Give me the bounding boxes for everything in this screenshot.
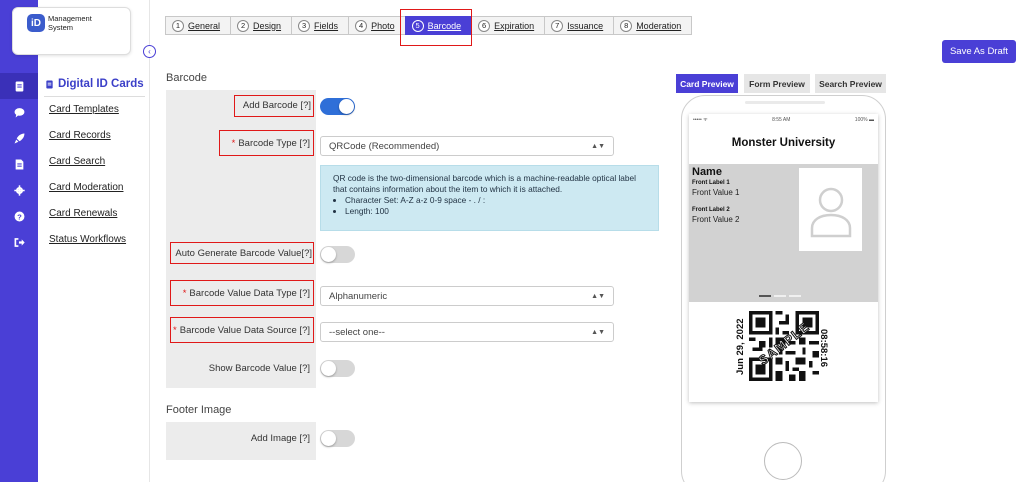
info-bullet: Character Set: A-Z a-z 0-9 space - . / : — [345, 195, 646, 206]
wizard-stepper: 1 General 2 Design 3 Fields 4 Photo 5 Barcode… — [165, 16, 693, 35]
save-as-draft-button[interactable]: Save As Draft — [942, 40, 1016, 63]
rocket-icon[interactable] — [0, 125, 38, 151]
footer-image-section-title: Footer Image — [166, 404, 232, 416]
card-time: 08:58:16 — [818, 329, 829, 368]
subnav-divider — [44, 96, 145, 97]
info-bullet: Length: 100 — [345, 206, 646, 217]
chat-icon[interactable] — [0, 99, 38, 125]
barcode-info-box: QR code is the two-dimensional barcode w… — [320, 165, 659, 231]
auto-generate-label: Auto Generate Barcode Value[?] — [175, 248, 312, 259]
id-card-icon[interactable] — [0, 73, 38, 99]
tab-search-preview[interactable]: Search Preview — [815, 74, 886, 93]
tab-card-preview[interactable]: Card Preview — [676, 74, 738, 93]
subnav-item-status-workflows[interactable]: Status Workflows — [49, 234, 126, 245]
help-icon[interactable]: ? — [0, 203, 38, 229]
info-text: QR code is the two-dimensional barcode w… — [333, 173, 636, 194]
phone-speaker — [745, 101, 825, 104]
chevron-left-icon: ‹ — [148, 46, 151, 56]
step-expiration[interactable]: 6 Expiration — [471, 16, 546, 35]
toggle-knob — [321, 431, 336, 446]
user-silhouette-icon — [810, 187, 851, 237]
carousel-dot[interactable] — [789, 295, 801, 297]
add-image-toggle[interactable] — [320, 430, 355, 447]
data-type-select[interactable]: Alphanumeric ▲▼ — [320, 286, 614, 306]
barcode-type-select[interactable]: QRCode (Recommended) ▲▼ — [320, 136, 614, 156]
subnav-item-card-moderation[interactable]: Card Moderation — [49, 182, 123, 193]
toggle-knob — [321, 247, 336, 262]
card-date: Jun 29, 2022 — [735, 318, 746, 375]
footer-image-fields-area — [316, 422, 663, 460]
subnav-item-card-templates[interactable]: Card Templates — [49, 104, 119, 115]
show-value-label: Show Barcode Value [?] — [208, 363, 310, 374]
auto-generate-toggle[interactable] — [320, 246, 355, 263]
data-source-select[interactable]: --select one-- ▲▼ — [320, 322, 614, 342]
id-card-icon — [46, 79, 53, 89]
sidebar-divider — [149, 0, 150, 482]
step-fields[interactable]: 3 Fields — [291, 16, 350, 35]
toggle-knob — [321, 361, 336, 376]
barcode-fields-area — [316, 90, 663, 388]
card-university-name: Monster University — [731, 137, 836, 149]
add-barcode-toggle[interactable] — [320, 98, 355, 115]
step-moderation[interactable]: 8 Moderation — [613, 16, 693, 35]
carousel-dot[interactable] — [774, 295, 786, 297]
card-name: Name — [692, 166, 722, 178]
barcode-section-title: Barcode — [166, 72, 207, 84]
data-source-label: * Barcode Value Data Source [?] — [173, 325, 310, 336]
select-arrows-icon: ▲▼ — [591, 328, 605, 336]
step-issuance[interactable]: 7 Issuance — [544, 16, 615, 35]
barcode-type-label: * Barcode Type [?] — [231, 138, 310, 149]
step-design[interactable]: 2 Design — [230, 16, 293, 35]
step-general[interactable]: 1 General — [165, 16, 232, 35]
sign-out-icon[interactable] — [0, 229, 38, 255]
logo-mark: iD — [27, 14, 45, 32]
subnav-title: Digital ID Cards — [45, 78, 144, 90]
document-icon[interactable] — [0, 151, 38, 177]
carousel-dot[interactable] — [759, 295, 771, 297]
card-front-label-1: Front Label 1 — [692, 180, 730, 186]
card-photo — [799, 168, 862, 251]
add-image-label: Add Image [?] — [250, 433, 310, 444]
logo-text: Management System — [48, 14, 92, 32]
card-front-value-1: Front Value 1 — [692, 188, 740, 197]
toggle-knob — [339, 99, 354, 114]
gear-icon[interactable] — [0, 177, 38, 203]
select-arrows-icon: ▲▼ — [591, 142, 605, 150]
svg-text:?: ? — [17, 212, 22, 221]
subnav-item-card-records[interactable]: Card Records — [49, 130, 111, 141]
phone-home-button — [764, 442, 802, 480]
step-barcode[interactable]: 5 Barcode — [404, 16, 473, 35]
subnav-item-card-renewals[interactable]: Card Renewals — [49, 208, 117, 219]
select-arrows-icon: ▲▼ — [591, 292, 605, 300]
step-photo[interactable]: 4 Photo — [348, 16, 406, 35]
tab-form-preview[interactable]: Form Preview — [744, 74, 810, 93]
subnav-item-card-search[interactable]: Card Search — [49, 156, 105, 167]
show-value-toggle[interactable] — [320, 360, 355, 377]
app-logo: iD Management System — [12, 7, 131, 55]
data-type-label: * Barcode Value Data Type [?] — [182, 288, 310, 299]
card-front-value-2: Front Value 2 — [692, 215, 740, 224]
card-front-label-2: Front Label 2 — [692, 207, 730, 213]
carousel-dots — [759, 295, 801, 297]
add-barcode-label: Add Barcode [?] — [242, 100, 311, 111]
collapse-sidebar-button[interactable]: ‹ — [143, 45, 156, 58]
phone-status-bar: ••••• ᯤ 8:55 AM 100% ▬ — [693, 117, 874, 123]
icon-rail: ? — [0, 0, 38, 482]
